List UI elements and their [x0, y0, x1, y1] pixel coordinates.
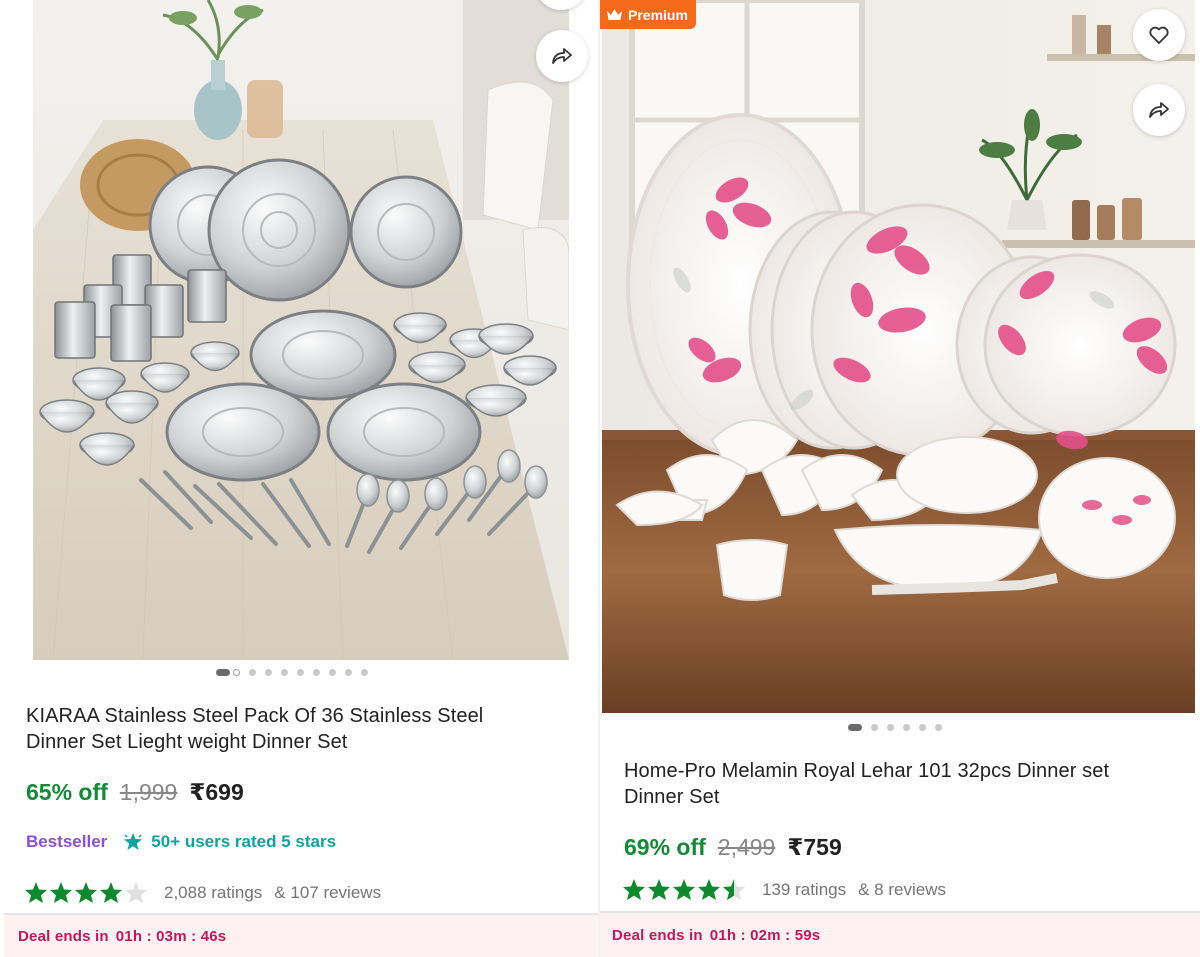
deal-timer-bar: Deal ends in 01h : 02m : 59s: [600, 911, 1200, 957]
deal-label: Deal ends in: [612, 926, 703, 944]
ratings-count: 139 ratings: [762, 879, 847, 899]
star-filled-icon: [648, 879, 670, 900]
carousel-dot[interactable]: [919, 724, 926, 731]
star-filled-icon: [698, 879, 720, 900]
product-title-line: Home-Pro Melamin Royal Lehar 101 32pcs D…: [624, 760, 1110, 782]
star-filled-icon: [100, 882, 122, 903]
share-icon: [552, 48, 572, 64]
product-card-home-pro[interactable]: Premium Home-Pro Melamin Royal Lehar 101…: [600, 0, 1200, 957]
premium-badge: Premium: [600, 0, 696, 29]
product-title-line: Dinner Set: [624, 786, 720, 808]
reviews-count: & 107 reviews: [274, 882, 382, 902]
star-half-icon: [723, 879, 745, 900]
carousel-dot[interactable]: [313, 669, 320, 676]
carousel-dot[interactable]: [249, 669, 256, 676]
deal-label: Deal ends in: [18, 927, 109, 945]
carousel-dot[interactable]: [935, 724, 942, 731]
star-filled-icon: [623, 879, 645, 900]
image-carousel-dots[interactable]: [848, 724, 942, 731]
sparkle-star-icon: [124, 833, 143, 850]
crown-icon: [607, 8, 622, 20]
share-button[interactable]: [1133, 84, 1185, 136]
premium-label: Premium: [628, 6, 688, 23]
star-filled-icon: [25, 882, 47, 903]
mrp-price: 2,499: [717, 834, 776, 860]
reviews-count: & 8 reviews: [858, 879, 946, 899]
image-carousel-dots[interactable]: [216, 669, 368, 676]
discount-percent: 69% off: [624, 834, 706, 860]
product-image-steel-dinner-set[interactable]: [33, 0, 569, 660]
product-card-kiaraa[interactable]: KIARAA Stainless Steel Pack Of 36 Stainl…: [0, 0, 598, 957]
carousel-dot[interactable]: [265, 669, 272, 676]
carousel-dot[interactable]: [281, 669, 288, 676]
star-rating: [622, 878, 746, 901]
users-rated-badge: 50+ users rated 5 stars: [123, 832, 336, 852]
star-rating: [24, 881, 148, 904]
rating-row[interactable]: 139 ratings & 8 reviews: [622, 878, 946, 901]
deal-countdown: 01h : 02m : 59s: [709, 926, 821, 944]
discount-percent: 65% off: [26, 779, 108, 805]
product-title[interactable]: Home-Pro Melamin Royal Lehar 101 32pcs D…: [624, 758, 1184, 810]
wishlist-button[interactable]: [1133, 9, 1185, 61]
price-row: 69% off 2,499 ₹759: [624, 834, 842, 861]
carousel-dot[interactable]: [361, 669, 368, 676]
star-filled-icon: [50, 882, 72, 903]
carousel-dot[interactable]: [329, 669, 336, 676]
carousel-dot[interactable]: [903, 724, 910, 731]
share-icon: [1149, 102, 1169, 118]
ratings-count: 2,088 ratings: [164, 882, 263, 902]
rating-row[interactable]: 2,088 ratings & 107 reviews: [24, 881, 381, 904]
product-title-line: Dinner Set Lieght weight Dinner Set: [26, 731, 348, 753]
deal-countdown: 01h : 03m : 46s: [115, 927, 227, 945]
carousel-dot-active[interactable]: [216, 669, 230, 676]
star-filled-icon: [673, 879, 695, 900]
star-filled-icon: [75, 882, 97, 903]
carousel-dot[interactable]: [297, 669, 304, 676]
product-title[interactable]: KIARAA Stainless Steel Pack Of 36 Stainl…: [26, 703, 586, 755]
steel-dinner-set-illustration: [33, 0, 569, 660]
users-rated-text: 50+ users rated 5 stars: [151, 832, 337, 851]
product-title-line: KIARAA Stainless Steel Pack Of 36 Stainl…: [26, 705, 484, 727]
selling-price: ₹699: [189, 779, 244, 805]
carousel-dot[interactable]: [233, 669, 240, 676]
melamine-dinner-set-illustration: [602, 0, 1195, 713]
product-image-melamine-dinner-set[interactable]: [602, 0, 1195, 713]
bestseller-badge: Bestseller: [26, 832, 108, 851]
deal-timer-bar: Deal ends in 01h : 03m : 46s: [4, 913, 598, 957]
heart-icon: [1149, 26, 1169, 44]
star-empty-icon: [125, 882, 147, 903]
carousel-dot[interactable]: [871, 724, 878, 731]
mrp-price: 1,999: [119, 779, 178, 805]
carousel-dot-active[interactable]: [848, 724, 862, 731]
share-button[interactable]: [536, 30, 588, 82]
carousel-dot[interactable]: [887, 724, 894, 731]
selling-price: ₹759: [787, 834, 842, 860]
carousel-dot[interactable]: [345, 669, 352, 676]
price-row: 65% off 1,999 ₹699: [26, 779, 244, 806]
tag-row: Bestseller 50+ users rated 5 stars: [26, 832, 336, 852]
